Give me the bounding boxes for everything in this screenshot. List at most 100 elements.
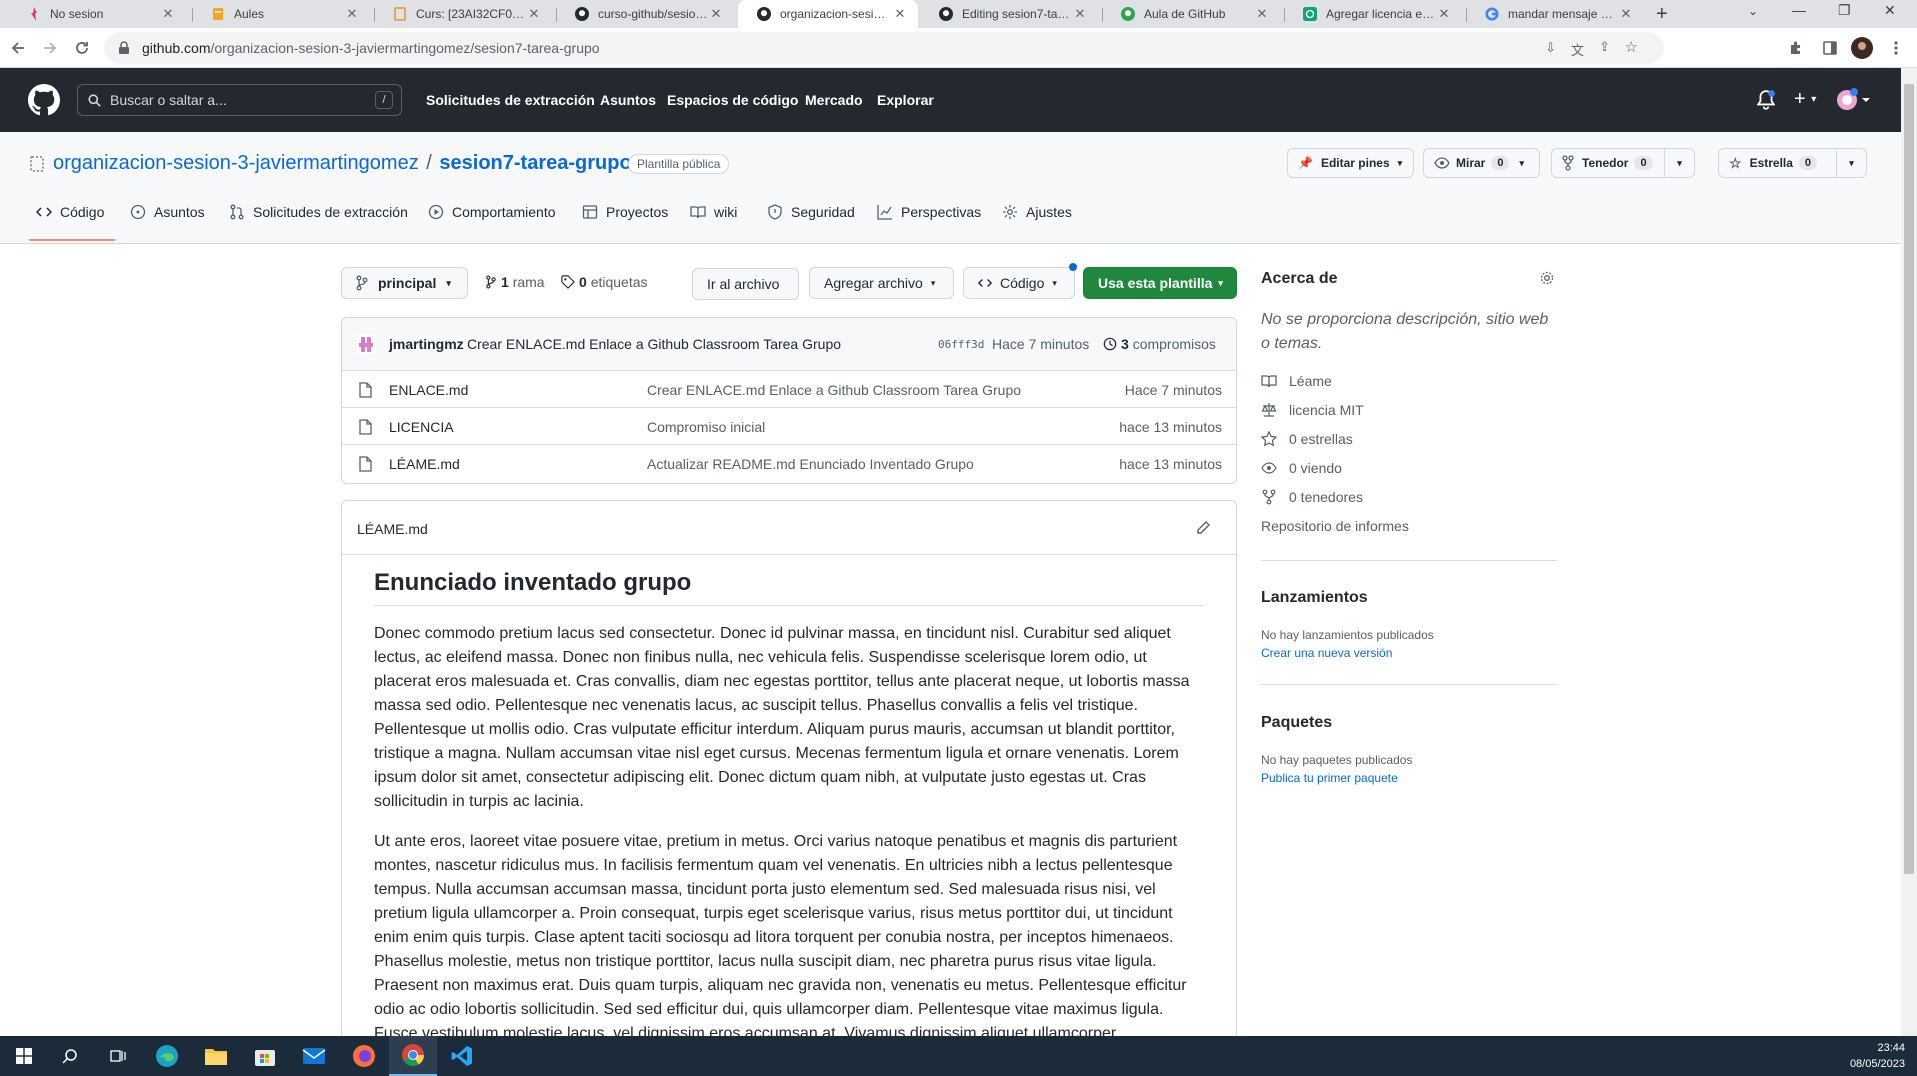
create-release-link[interactable]: Crear una nueva versión xyxy=(1261,646,1392,660)
close-tab-icon[interactable]: ✕ xyxy=(1436,6,1452,22)
file-explorer-icon[interactable] xyxy=(192,1036,240,1076)
restore-button[interactable]: ❐ xyxy=(1838,2,1851,19)
browser-tab[interactable]: Editing sesion7-tarea- ✕ xyxy=(920,0,1098,28)
edit-pins-button[interactable]: 📌 Editar pines ▾ xyxy=(1287,148,1414,178)
tab-actions[interactable]: Comportamiento xyxy=(428,204,556,220)
create-new-dropdown[interactable]: + ▾ xyxy=(1794,88,1816,111)
tab-insights[interactable]: Perspectivas xyxy=(877,204,981,220)
publish-package-link[interactable]: Publica tu primer paquete xyxy=(1261,771,1398,785)
edge-icon[interactable] xyxy=(143,1036,191,1076)
tags-link[interactable]: 0 etiquetas xyxy=(561,274,648,290)
go-to-file-button[interactable]: Ir al archivo xyxy=(692,268,799,300)
nav-issues[interactable]: Asuntos xyxy=(600,92,656,108)
file-commit-message[interactable]: Crear ENLACE.md Enlace a Github Classroo… xyxy=(647,382,1021,398)
repo-name-link[interactable]: sesion7-tarea-grupo xyxy=(439,152,631,174)
commit-author-link[interactable]: jmartingmz xyxy=(389,336,464,352)
nav-pull-requests[interactable]: Solicitudes de extracción xyxy=(426,92,595,108)
file-commit-message[interactable]: Compromiso inicial xyxy=(647,419,765,435)
watch-button[interactable]: Mirar 0 ▾ xyxy=(1423,148,1540,178)
license-link[interactable]: licencia MIT xyxy=(1261,402,1364,418)
tab-code[interactable]: Código xyxy=(36,204,104,220)
share-icon[interactable]: ⇪ xyxy=(1599,39,1610,55)
forward-button[interactable] xyxy=(38,36,62,60)
tab-security[interactable]: Seguridad xyxy=(767,204,855,220)
github-logo-icon[interactable] xyxy=(28,84,60,119)
nav-codespaces[interactable]: Espacios de código xyxy=(667,92,798,108)
close-tab-icon[interactable]: ✕ xyxy=(526,6,542,22)
file-row[interactable]: ENLACE.md Crear ENLACE.md Enlace a Githu… xyxy=(342,370,1236,407)
microsoft-store-icon[interactable] xyxy=(241,1036,289,1076)
browser-menu-icon[interactable] xyxy=(1884,36,1908,60)
user-avatar-dropdown[interactable] xyxy=(1836,88,1870,115)
packages-heading[interactable]: Paquetes xyxy=(1261,714,1332,732)
stars-link[interactable]: 0 estrellas xyxy=(1261,431,1353,447)
watchers-link[interactable]: 0 viendo xyxy=(1261,460,1342,476)
commits-history-link[interactable]: 3 compromisos xyxy=(1103,336,1216,352)
browser-tab[interactable]: curso-github/sesion-7 ✕ xyxy=(556,0,734,28)
github-search-input[interactable]: Buscar o saltar a... / xyxy=(77,84,402,116)
star-dropdown-button[interactable]: ▾ xyxy=(1836,148,1867,178)
close-tab-icon[interactable]: ✕ xyxy=(344,6,360,22)
add-file-button[interactable]: Agregar archivo ▾ xyxy=(809,267,954,299)
browser-tab[interactable]: Agregar licencia en Gi ✕ xyxy=(1284,0,1462,28)
address-bar[interactable]: github.com/organizacion-sesion-3-javierm… xyxy=(104,32,1664,64)
browser-tab[interactable]: Aula de GitHub ✕ xyxy=(1102,0,1280,28)
extensions-icon[interactable] xyxy=(1784,36,1808,60)
bookmark-star-icon[interactable]: ☆ xyxy=(1625,38,1638,56)
tab-projects[interactable]: Proyectos xyxy=(582,204,668,220)
fork-dropdown-button[interactable]: ▾ xyxy=(1664,148,1695,178)
page-scrollbar[interactable] xyxy=(1901,68,1917,1036)
browser-tab[interactable]: No sesion ✕ xyxy=(8,0,186,28)
chrome-icon[interactable] xyxy=(389,1036,437,1076)
repo-owner-link[interactable]: organizacion-sesion-3-javiermartingomez xyxy=(53,152,419,174)
vscode-icon[interactable] xyxy=(438,1036,486,1076)
close-tab-icon[interactable]: ✕ xyxy=(708,6,724,22)
close-tab-icon[interactable]: ✕ xyxy=(892,6,908,22)
nav-explore[interactable]: Explorar xyxy=(877,92,934,108)
tab-issues[interactable]: Asuntos xyxy=(130,204,205,220)
file-name[interactable]: ENLACE.md xyxy=(389,382,468,398)
file-name[interactable]: LICENCIA xyxy=(389,419,454,435)
close-window-button[interactable]: ✕ xyxy=(1884,2,1896,19)
author-avatar[interactable] xyxy=(356,334,376,357)
reload-button[interactable] xyxy=(70,36,94,60)
firefox-icon[interactable] xyxy=(340,1036,388,1076)
windows-start-icon[interactable] xyxy=(0,1036,48,1076)
close-tab-icon[interactable]: ✕ xyxy=(1618,6,1634,22)
branch-select-button[interactable]: principal ▾ xyxy=(341,267,468,299)
forks-link[interactable]: 0 tenedores xyxy=(1261,489,1363,505)
edit-about-gear-icon[interactable] xyxy=(1539,270,1555,289)
fork-button[interactable]: Tenedor 0 xyxy=(1551,148,1665,178)
file-row[interactable]: LICENCIA Compromiso inicial hace 13 minu… xyxy=(342,407,1236,444)
commit-sha-link[interactable]: 06fff3d xyxy=(938,338,984,351)
close-tab-icon[interactable]: ✕ xyxy=(160,6,176,22)
browser-tab[interactable]: Aules ✕ xyxy=(192,0,370,28)
releases-heading[interactable]: Lanzamientos xyxy=(1261,589,1368,607)
close-tab-icon[interactable]: ✕ xyxy=(1072,6,1088,22)
back-button[interactable] xyxy=(6,36,30,60)
browser-tab[interactable]: Curs: [23AI32CF006] G ✕ xyxy=(374,0,552,28)
commit-message-link[interactable]: Crear ENLACE.md Enlace a Github Classroo… xyxy=(467,336,841,352)
edit-readme-button[interactable] xyxy=(1195,520,1211,539)
close-tab-icon[interactable]: ✕ xyxy=(1254,6,1270,22)
tab-search-button[interactable]: ⌄ xyxy=(1748,4,1758,18)
branches-link[interactable]: 1 rama xyxy=(485,274,545,290)
profile-avatar[interactable] xyxy=(1850,36,1874,60)
tab-settings[interactable]: Ajustes xyxy=(1002,204,1072,220)
file-commit-message[interactable]: Actualizar README.md Enunciado Inventado… xyxy=(647,456,974,472)
task-view-icon[interactable] xyxy=(94,1036,142,1076)
tab-wiki[interactable]: wiki xyxy=(690,204,737,220)
use-template-button[interactable]: Usa esta plantilla ▾ xyxy=(1083,267,1237,299)
readme-link[interactable]: Léame xyxy=(1261,373,1332,389)
nav-marketplace[interactable]: Mercado xyxy=(805,92,863,108)
side-panel-icon[interactable] xyxy=(1818,36,1842,60)
minimize-button[interactable]: — xyxy=(1792,2,1806,18)
code-dropdown-button[interactable]: Código ▾ xyxy=(963,267,1075,299)
translate-icon[interactable]: 文 xyxy=(1571,40,1584,59)
system-clock[interactable]: 23:44 08/05/2023 xyxy=(1850,1040,1905,1072)
file-row[interactable]: LÉAME.md Actualizar README.md Enunciado … xyxy=(342,444,1236,481)
file-name[interactable]: LÉAME.md xyxy=(389,456,460,472)
mail-icon[interactable] xyxy=(290,1036,338,1076)
tab-pull-requests[interactable]: Solicitudes de extracción xyxy=(229,204,408,220)
search-icon[interactable] xyxy=(46,1036,94,1076)
